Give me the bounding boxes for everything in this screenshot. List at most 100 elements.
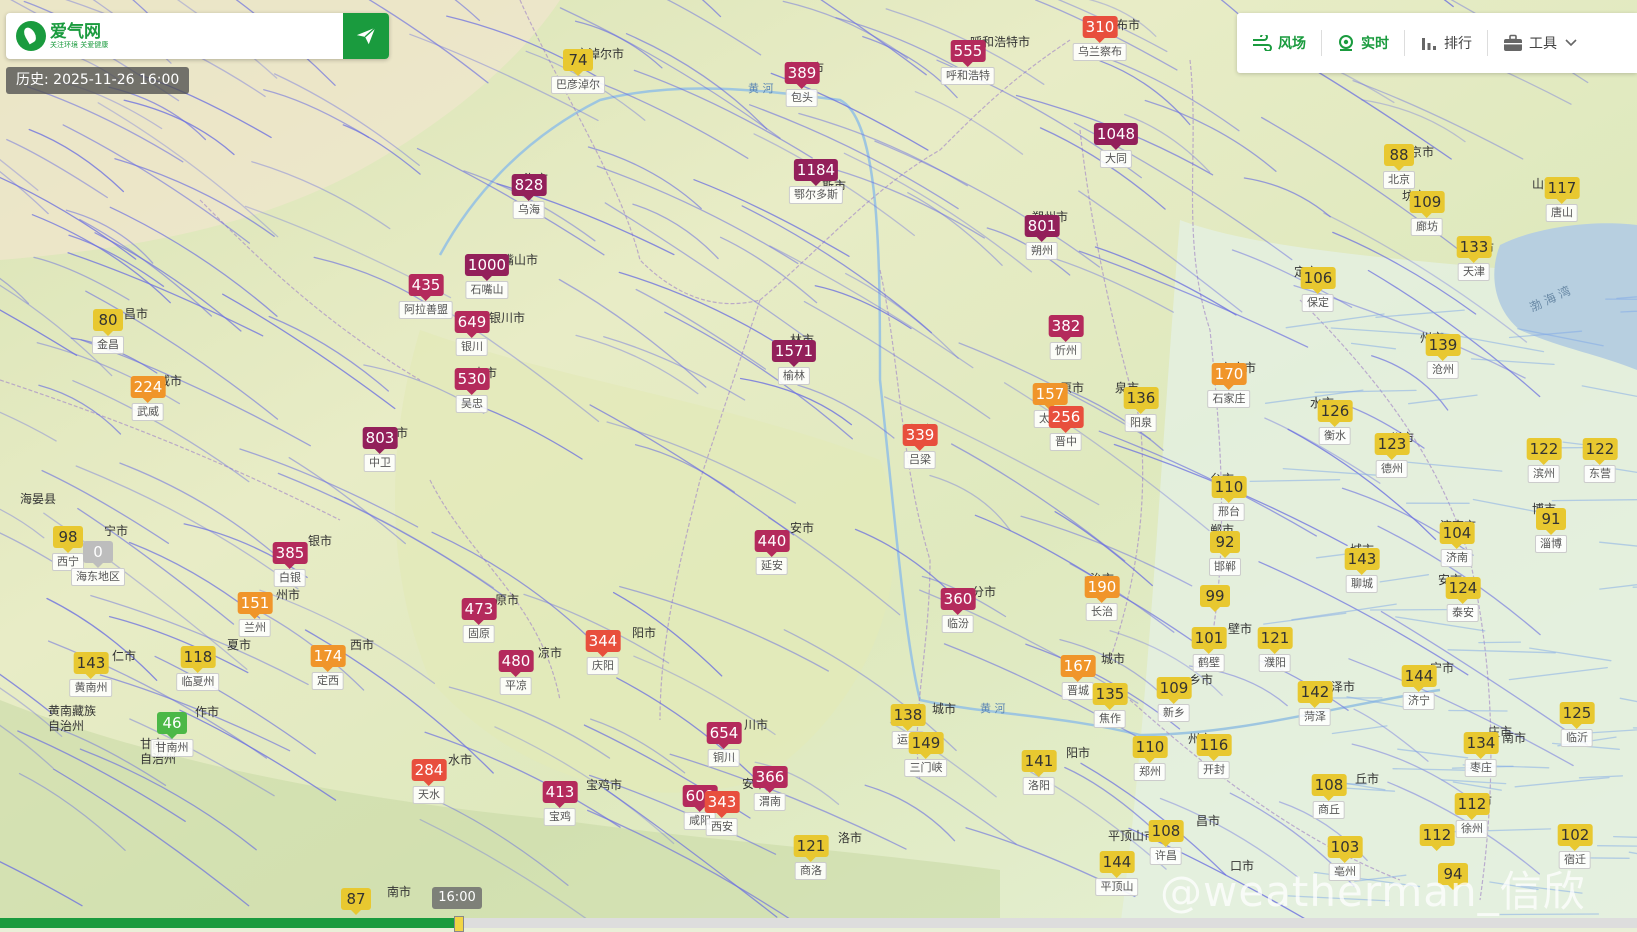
aqi-station-marker[interactable]: 801朔州 <box>1025 215 1060 237</box>
aqi-station-marker[interactable]: 108许昌 <box>1149 820 1184 842</box>
aqi-station-marker[interactable]: 366渭南 <box>753 766 788 788</box>
aqi-station-marker[interactable]: 389包头 <box>785 62 820 84</box>
aqi-station-marker[interactable]: 116开封 <box>1197 734 1232 756</box>
tab-wind-field[interactable]: 风场 <box>1237 13 1321 73</box>
station-name: 德州 <box>1376 460 1408 478</box>
aqi-station-marker[interactable]: 382忻州 <box>1049 315 1084 337</box>
tools-dropdown[interactable]: 工具 <box>1488 13 1592 73</box>
aqi-station-marker[interactable]: 109新乡 <box>1157 677 1192 699</box>
aqi-station-marker[interactable]: 170石家庄 <box>1212 363 1247 385</box>
aqi-station-marker[interactable]: 440延安 <box>755 530 790 552</box>
aqi-station-marker[interactable]: 360临汾 <box>941 588 976 610</box>
aqi-station-marker[interactable]: 224武威 <box>131 376 166 398</box>
place-label: 南市 <box>1502 730 1526 745</box>
aqi-station-marker[interactable]: 413宝鸡 <box>543 781 578 803</box>
aqi-station-marker[interactable]: 106保定 <box>1301 267 1336 289</box>
aqi-station-marker[interactable]: 121商洛 <box>794 835 829 857</box>
aqi-station-marker[interactable]: 0海东地区 <box>83 541 113 563</box>
aqi-station-marker[interactable]: 141洛阳 <box>1022 750 1057 772</box>
aqi-station-marker[interactable]: 157太原 <box>1033 383 1068 405</box>
aqi-value: 139 <box>1426 334 1461 356</box>
aqi-station-marker[interactable]: 103亳州 <box>1328 836 1363 858</box>
aqi-value: 1184 <box>794 159 838 181</box>
aqi-station-marker[interactable]: 343西安 <box>705 791 740 813</box>
aqi-station-marker[interactable]: 142菏泽 <box>1298 681 1333 703</box>
aqi-station-marker[interactable]: 109廊坊 <box>1410 191 1445 213</box>
aqi-station-marker[interactable]: 649银川 <box>455 311 490 333</box>
timeline-handle[interactable] <box>454 916 464 932</box>
aqi-station-marker[interactable]: 473固原 <box>462 598 497 620</box>
aqi-station-marker[interactable]: 256晋中 <box>1049 406 1084 428</box>
aqi-station-marker[interactable]: 167晋城 <box>1061 655 1096 677</box>
aqi-station-marker[interactable]: 144济宁 <box>1402 665 1437 687</box>
aqi-station-marker[interactable]: 190长治 <box>1085 576 1120 598</box>
aqi-station-marker[interactable]: 138运城 <box>891 704 926 726</box>
aqi-station-marker[interactable]: 118临夏州 <box>181 646 216 668</box>
aqi-station-marker[interactable]: 435阿拉善盟 <box>409 274 444 296</box>
station-name: 临沂 <box>1561 729 1593 747</box>
aqi-station-marker[interactable]: 110邢台 <box>1212 476 1247 498</box>
timeline-bar[interactable] <box>0 918 1637 928</box>
aqi-station-marker[interactable]: 117唐山 <box>1545 177 1580 199</box>
aqi-station-marker[interactable]: 88北京 <box>1384 144 1414 166</box>
aqi-station-marker[interactable]: 122东营 <box>1583 438 1618 460</box>
aqi-station-marker[interactable]: 284天水 <box>412 759 447 781</box>
aqi-station-marker[interactable]: 344庆阳 <box>586 630 621 652</box>
aqi-station-marker[interactable]: 92邯郸 <box>1210 531 1240 553</box>
aqi-station-marker[interactable]: 125临沂 <box>1560 702 1595 724</box>
aqi-station-marker[interactable]: 654铜川 <box>707 722 742 744</box>
aqi-station-marker[interactable]: 112徐州 <box>1455 793 1490 815</box>
aqi-station-marker[interactable]: 133天津 <box>1457 236 1492 258</box>
tab-ranking[interactable]: 排行 <box>1405 13 1487 73</box>
aqi-station-marker[interactable]: 139沧州 <box>1426 334 1461 356</box>
aqi-station-marker[interactable]: 74巴彦淖尔 <box>563 49 593 71</box>
aqi-station-marker[interactable]: 102宿迁 <box>1558 824 1593 846</box>
tab-realtime[interactable]: 实时 <box>1322 13 1404 73</box>
aqi-station-marker[interactable]: 828乌海 <box>512 174 547 196</box>
aqi-station-marker[interactable]: 385白银 <box>273 542 308 564</box>
aqi-station-marker[interactable]: 149三门峡 <box>909 732 944 754</box>
aqi-station-marker[interactable]: 339吕梁 <box>903 424 938 446</box>
station-name: 渭南 <box>754 793 786 811</box>
aqi-station-marker[interactable]: 99 <box>1200 585 1230 607</box>
aqi-station-marker[interactable]: 121濮阳 <box>1258 627 1293 649</box>
aqi-station-marker[interactable]: 123德州 <box>1375 433 1410 455</box>
aqi-station-marker[interactable]: 143黄南州 <box>74 652 109 674</box>
aqi-station-marker[interactable]: 803中卫 <box>363 427 398 449</box>
aqi-station-marker[interactable]: 480平凉 <box>499 650 534 672</box>
aqi-station-marker[interactable]: 1000石嘴山 <box>465 254 509 276</box>
aqi-station-marker[interactable]: 80金昌 <box>93 309 123 331</box>
aqi-station-marker[interactable]: 555呼和浩特 <box>951 40 986 62</box>
aqi-station-marker[interactable]: 101鹤壁 <box>1192 627 1227 649</box>
aqi-station-marker[interactable]: 310乌兰察布 <box>1083 16 1118 38</box>
aqi-station-marker[interactable]: 122滨州 <box>1527 438 1562 460</box>
aqi-station-marker[interactable]: 108商丘 <box>1312 774 1347 796</box>
aqi-station-marker[interactable]: 124泰安 <box>1446 577 1481 599</box>
aqi-station-marker[interactable]: 126衡水 <box>1318 400 1353 422</box>
aqi-station-marker[interactable]: 46甘南州 <box>157 712 187 734</box>
aqi-station-marker[interactable]: 136阳泉 <box>1124 387 1159 409</box>
aqi-station-marker[interactable]: 1571榆林 <box>772 340 816 362</box>
aqi-station-marker[interactable]: 1184鄂尔多斯 <box>794 159 838 181</box>
site-logo[interactable]: 爱气网 关注环境 关爱健康 <box>16 19 128 53</box>
aqi-station-marker[interactable]: 112 <box>1420 824 1455 846</box>
aqi-station-marker[interactable]: 134枣庄 <box>1464 732 1499 754</box>
aqi-station-marker[interactable]: 530吴忠 <box>455 368 490 390</box>
search-input[interactable] <box>134 27 338 47</box>
aqi-station-marker[interactable]: 135焦作 <box>1093 683 1128 705</box>
locate-button[interactable] <box>343 13 389 59</box>
station-name: 长治 <box>1086 603 1118 621</box>
aqi-station-marker[interactable]: 104济南 <box>1440 522 1475 544</box>
aqi-station-marker[interactable]: 143聊城 <box>1345 548 1380 570</box>
aqi-station-marker[interactable]: 144平顶山 <box>1100 851 1135 873</box>
aqi-station-marker[interactable]: 110郑州 <box>1133 736 1168 758</box>
place-label: 州市 <box>276 587 300 602</box>
aqi-value: 101 <box>1192 627 1227 649</box>
aqi-value: 440 <box>755 530 790 552</box>
aqi-station-marker[interactable]: 1048大同 <box>1094 123 1138 145</box>
aqi-station-marker[interactable]: 174定西 <box>311 645 346 667</box>
aqi-station-marker[interactable]: 91淄博 <box>1536 508 1566 530</box>
aqi-station-marker[interactable]: 87 <box>341 888 371 910</box>
aqi-station-marker[interactable]: 98西宁 <box>53 526 83 548</box>
aqi-station-marker[interactable]: 151兰州 <box>238 592 273 614</box>
